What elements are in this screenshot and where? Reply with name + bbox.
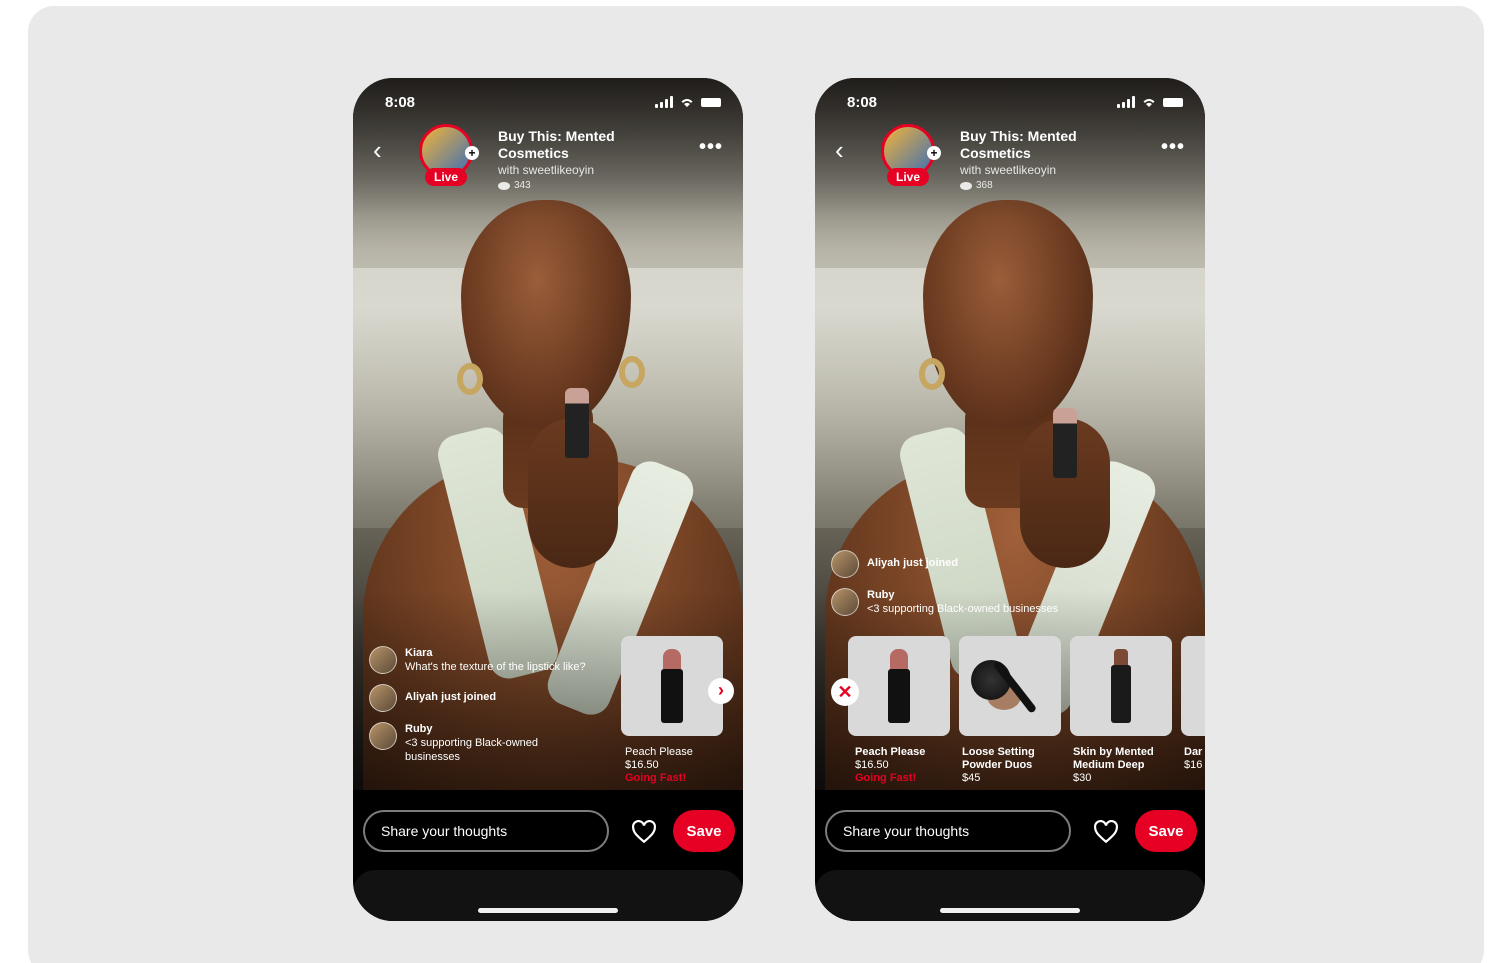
more-icon[interactable]: ••• [1161, 136, 1185, 159]
heart-icon[interactable] [1093, 820, 1119, 844]
avatar [831, 550, 859, 578]
wifi-icon [1143, 99, 1155, 107]
screenshot-stage: 8:08 ‹ + Live Buy This: Mented Cosmetics… [28, 6, 1484, 963]
avatar [369, 722, 397, 750]
status-bar: 8:08 [385, 92, 721, 112]
avatar [831, 588, 859, 616]
viewer-count: 368 [960, 180, 1130, 191]
product-card[interactable] [848, 636, 950, 736]
stream-host: with sweetlikeoyin [498, 163, 595, 177]
foundation-stick-product-image [1111, 649, 1131, 723]
share-thoughts-input[interactable] [825, 810, 1071, 852]
status-time: 8:08 [385, 93, 416, 111]
back-chevron-icon[interactable]: ‹ [373, 137, 382, 163]
phone-live-view-1: 8:08 ‹ + Live Buy This: Mented Cosmetics… [353, 78, 743, 921]
bottom-bar: Save [353, 790, 743, 870]
product-card[interactable] [1070, 636, 1172, 736]
comment-item: Aliyah just joined [369, 684, 586, 712]
product-info: Loose Setting Powder Duos $45 [962, 746, 1035, 784]
phone-live-view-2: 8:08 ‹ + Live Buy This: Mented Cosmetics… [815, 78, 1205, 921]
save-button[interactable]: Save [1135, 810, 1197, 852]
live-badge: Live [425, 168, 467, 186]
live-header: ‹ + Live Buy This: Mented Cosmetics with… [353, 124, 743, 204]
comment-item: Aliyah just joined [831, 550, 1058, 578]
back-chevron-icon[interactable]: ‹ [835, 137, 844, 163]
avatar [369, 646, 397, 674]
stream-title: Buy This: Mented Cosmetics [498, 128, 615, 161]
viewer-count: 343 [498, 180, 668, 191]
comment-item: Ruby <3 supporting Black-owned businesse… [831, 588, 1058, 616]
product-card[interactable] [1181, 636, 1205, 736]
stream-title: Buy This: Mented Cosmetics [960, 128, 1077, 161]
next-chevron-icon[interactable]: › [708, 678, 734, 704]
signal-icon [655, 96, 673, 108]
heart-icon[interactable] [631, 820, 657, 844]
save-button[interactable]: Save [673, 810, 735, 852]
eye-icon [960, 181, 972, 190]
product-card[interactable] [959, 636, 1061, 736]
product-info: Dar $16 [1184, 746, 1203, 771]
bottom-bar: Save [815, 790, 1205, 870]
eye-icon [498, 181, 510, 190]
avatar [369, 684, 397, 712]
signal-icon [1117, 96, 1135, 108]
share-thoughts-input[interactable] [363, 810, 609, 852]
lipstick-product-image [661, 649, 683, 723]
live-header: ‹ + Live Buy This: Mented Cosmetics with… [815, 124, 1205, 204]
product-info: Peach Please $16.50 Going Fast! [625, 746, 693, 784]
stream-host: with sweetlikeoyin [960, 163, 1057, 177]
battery-icon [701, 97, 721, 107]
home-indicator[interactable] [478, 908, 618, 913]
more-icon[interactable]: ••• [699, 136, 723, 159]
wifi-icon [681, 99, 693, 107]
lipstick-product-image [888, 649, 910, 723]
comment-item: Ruby <3 supporting Black-owned businesse… [369, 722, 586, 764]
comments-list: Kiara What's the texture of the lipstick… [369, 646, 586, 774]
status-bar: 8:08 [847, 92, 1183, 112]
product-info: Peach Please $16.50 Going Fast! [855, 746, 926, 784]
status-time: 8:08 [847, 93, 878, 111]
close-icon[interactable]: ✕ [831, 678, 859, 706]
follow-plus-icon[interactable]: + [927, 146, 941, 160]
follow-plus-icon[interactable]: + [465, 146, 479, 160]
live-badge: Live [887, 168, 929, 186]
battery-icon [1163, 97, 1183, 107]
home-indicator[interactable] [940, 908, 1080, 913]
product-info: Skin by Mented Medium Deep $30 [1073, 746, 1154, 784]
comment-item: Kiara What's the texture of the lipstick… [369, 646, 586, 674]
comments-list: Aliyah just joined Ruby <3 supporting Bl… [831, 550, 1058, 626]
powder-product-image [967, 646, 1053, 726]
